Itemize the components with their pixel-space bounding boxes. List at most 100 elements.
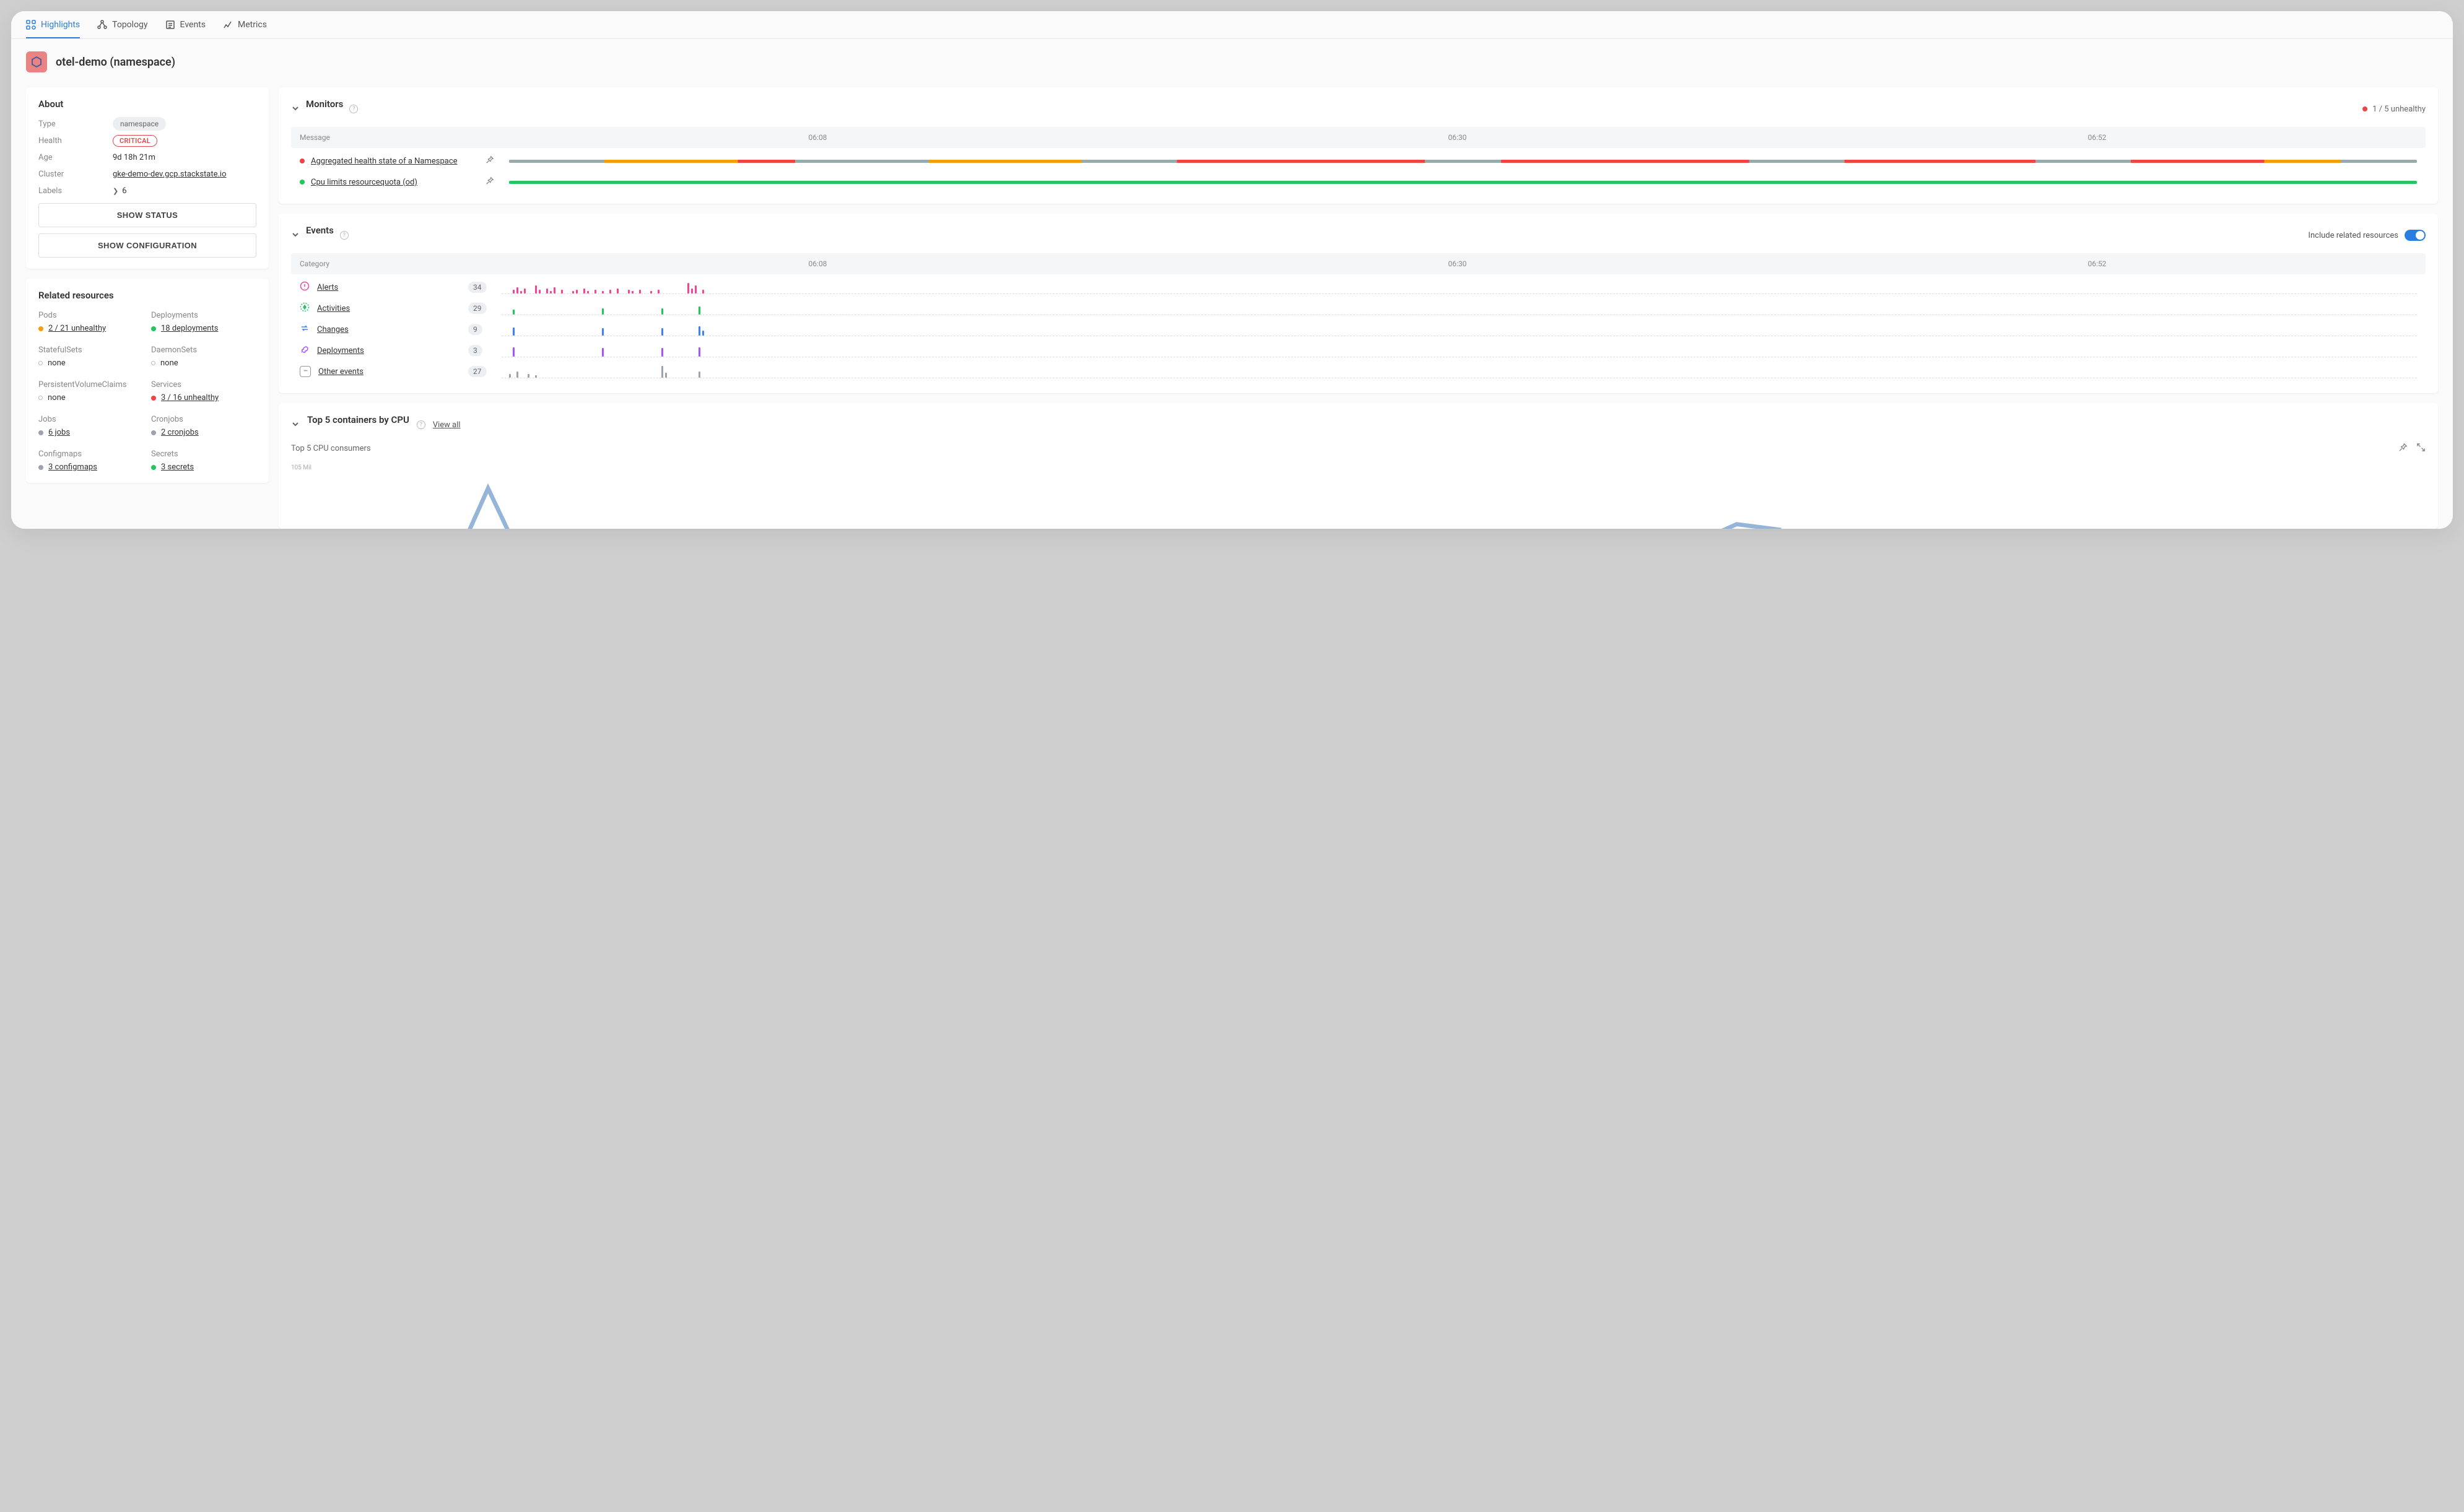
related-value[interactable]: 2 / 21 unhealthy <box>48 324 106 333</box>
time-tick: 06:52 <box>2088 133 2107 142</box>
monitors-status: 1 / 5 unhealthy <box>2362 105 2426 114</box>
status-dot <box>300 159 305 163</box>
event-row: Activities 29 <box>291 298 2426 319</box>
cpu-chart: 105 Mil <box>291 461 2426 529</box>
related-label: Deployments <box>151 311 256 320</box>
monitor-link[interactable]: Aggregated health state of a Namespace <box>311 157 458 166</box>
monitor-row: Aggregated health state of a Namespace <box>291 150 2426 172</box>
highlights-icon <box>26 20 36 30</box>
event-category-link[interactable]: Changes <box>317 325 349 334</box>
labels-expand[interactable]: ❯6 <box>113 186 127 196</box>
related-item: DaemonSets none <box>151 345 256 368</box>
event-count: 34 <box>468 282 487 293</box>
tab-metrics[interactable]: Metrics <box>223 11 267 38</box>
event-category-link[interactable]: Deployments <box>317 346 364 355</box>
page-title: otel-demo (namespace) <box>56 56 175 69</box>
tab-highlights[interactable]: Highlights <box>26 11 80 38</box>
help-icon[interactable]: ? <box>340 231 349 240</box>
related-label: Jobs <box>38 415 144 424</box>
event-count: 3 <box>468 345 482 356</box>
monitor-row: Cpu limits resourcequota (od) <box>291 172 2426 193</box>
monitors-table-header: Message 06:08 06:30 06:52 <box>291 127 2426 148</box>
status-dot <box>151 396 156 401</box>
event-category-link[interactable]: Other events <box>318 367 364 376</box>
related-item: PersistentVolumeClaims none <box>38 380 144 402</box>
status-dot <box>38 465 43 470</box>
help-icon[interactable]: ? <box>349 105 358 113</box>
time-tick: 06:30 <box>1448 259 1467 268</box>
related-item: Jobs 6 jobs <box>38 415 144 437</box>
event-sparkline <box>502 323 2417 336</box>
col-message: Message <box>300 133 498 142</box>
related-value[interactable]: 2 cronjobs <box>161 428 199 437</box>
tab-highlights-label: Highlights <box>41 20 80 30</box>
monitor-link[interactable]: Cpu limits resourcequota (od) <box>311 178 417 187</box>
chart-subtitle: Top 5 CPU consumers <box>291 444 371 453</box>
other-icon: ••• <box>300 366 311 377</box>
cluster-link[interactable]: gke-demo-dev.gcp.stackstate.io <box>113 170 227 179</box>
expand-icon[interactable] <box>2416 443 2426 454</box>
event-row: Alerts 34 <box>291 277 2426 298</box>
event-count: 9 <box>468 324 482 335</box>
show-status-button[interactable]: SHOW STATUS <box>38 203 256 227</box>
event-row: Changes 9 <box>291 319 2426 340</box>
status-dot <box>151 465 156 470</box>
view-all-link[interactable]: View all <box>433 420 461 430</box>
pin-icon[interactable] <box>2398 443 2408 454</box>
related-value: none <box>48 393 66 402</box>
time-tick: 06:08 <box>809 133 827 142</box>
tab-topology[interactable]: Topology <box>97 11 147 38</box>
event-sparkline <box>502 302 2417 315</box>
changes-icon <box>300 323 310 336</box>
tab-events-label: Events <box>180 20 206 30</box>
tab-events[interactable]: Events <box>165 11 206 38</box>
event-category-link[interactable]: Activities <box>317 304 350 313</box>
alert-icon <box>300 281 310 293</box>
page-header: otel-demo (namespace) <box>11 39 2453 77</box>
related-item: Pods 2 / 21 unhealthy <box>38 311 144 333</box>
about-heading: About <box>38 98 256 110</box>
related-item: StatefulSets none <box>38 345 144 368</box>
tab-bar: Highlights Topology Events Metrics <box>11 11 2453 39</box>
related-item: Configmaps 3 configmaps <box>38 450 144 472</box>
event-row: Deployments 3 <box>291 340 2426 361</box>
tab-metrics-label: Metrics <box>238 20 267 30</box>
related-label: Services <box>151 380 256 389</box>
health-label: Health <box>38 136 113 146</box>
show-configuration-button[interactable]: SHOW CONFIGURATION <box>38 233 256 258</box>
status-dot <box>151 430 156 435</box>
related-value[interactable]: 18 deployments <box>161 324 218 333</box>
related-value[interactable]: 3 configmaps <box>48 463 97 472</box>
monitors-card: Monitors ? 1 / 5 unhealthy Message 06:08… <box>279 87 2438 204</box>
related-item: Secrets 3 secrets <box>151 450 256 472</box>
events-collapse[interactable] <box>291 230 300 241</box>
events-icon <box>165 20 175 30</box>
help-icon[interactable]: ? <box>417 420 425 429</box>
top5-card: Top 5 containers by CPU ? View all Top 5… <box>279 403 2438 529</box>
related-item: Services 3 / 16 unhealthy <box>151 380 256 402</box>
other-icon: ••• <box>300 366 311 377</box>
type-value: namespace <box>113 117 166 131</box>
related-item: Deployments 18 deployments <box>151 311 256 333</box>
metrics-icon <box>223 20 233 30</box>
event-sparkline <box>502 280 2417 294</box>
status-dot <box>300 180 305 185</box>
related-value[interactable]: 3 secrets <box>161 463 194 472</box>
namespace-icon <box>26 51 47 72</box>
tab-topology-label: Topology <box>112 20 147 30</box>
pin-icon[interactable] <box>485 176 500 188</box>
event-category-link[interactable]: Alerts <box>317 283 338 292</box>
event-count: 27 <box>468 366 487 377</box>
related-resources-card: Related resources Pods 2 / 21 unhealthy … <box>26 279 269 483</box>
monitors-collapse[interactable] <box>291 103 300 115</box>
chart-ylabel: 105 Mil <box>291 464 311 471</box>
event-row: ••• Other events 27 <box>291 361 2426 382</box>
related-heading: Related resources <box>38 290 256 301</box>
pin-icon[interactable] <box>485 155 500 167</box>
include-related-toggle[interactable] <box>2405 230 2426 241</box>
top5-collapse[interactable] <box>291 419 300 431</box>
related-item: Cronjobs 2 cronjobs <box>151 415 256 437</box>
related-value[interactable]: 3 / 16 unhealthy <box>161 393 219 402</box>
related-value[interactable]: 6 jobs <box>48 428 70 437</box>
related-value: none <box>48 358 66 368</box>
